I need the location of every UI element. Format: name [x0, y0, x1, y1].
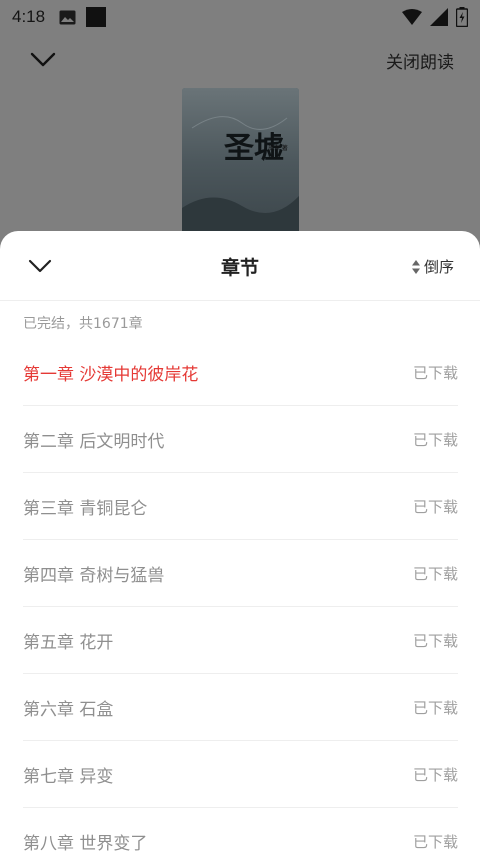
chapter-item[interactable]: 第四章 奇树与猛兽 已下载 [23, 540, 458, 607]
status-time: 4:18 [12, 7, 46, 26]
sort-label: 倒序 [423, 258, 454, 276]
app-notification-icon [86, 7, 107, 27]
reader-toolbar: 关闭朗读 [0, 34, 480, 86]
wifi-icon [402, 9, 422, 25]
chapter-item[interactable]: 第七章 异变 已下载 [23, 741, 458, 808]
chapter-item[interactable]: 第二章 后文明时代 已下载 [23, 406, 458, 473]
cover-author-text: 辰东·著 [268, 144, 288, 152]
battery-icon [456, 7, 468, 27]
sort-order-button[interactable]: 倒序 [411, 256, 454, 277]
chapter-title: 第一章 沙漠中的彼岸花 [23, 364, 199, 385]
sort-icon [411, 259, 420, 274]
book-cover-image: 圣墟 辰东·著 [182, 88, 299, 238]
status-bar: 4:18 [0, 0, 480, 34]
chapter-title: 第八章 世界变了 [23, 833, 148, 854]
download-status: 已下载 [412, 363, 458, 382]
gallery-notification-icon [59, 10, 76, 24]
chapter-title: 第五章 花开 [23, 632, 114, 653]
chapter-list-sheet: 章节 倒序 已完结，共1671章 第一章 沙漠中的彼岸花 已下载 第二章 后文明… [0, 231, 480, 854]
sheet-title: 章节 [220, 257, 259, 279]
chapter-item[interactable]: 第六章 石盒 已下载 [23, 674, 458, 741]
download-status: 已下载 [412, 765, 458, 784]
chapter-item[interactable]: 第三章 青铜昆仑 已下载 [23, 473, 458, 540]
download-status: 已下载 [412, 430, 458, 449]
chapter-item[interactable]: 第八章 世界变了 已下载 [23, 808, 458, 854]
download-status: 已下载 [412, 832, 458, 851]
collapse-player-chevron-down-icon[interactable] [28, 46, 58, 72]
download-status: 已下载 [412, 698, 458, 717]
sheet-header: 章节 倒序 [0, 231, 480, 301]
download-status: 已下载 [412, 564, 458, 583]
chapter-title: 第三章 青铜昆仑 [23, 498, 148, 519]
download-status: 已下载 [412, 497, 458, 516]
chapter-title: 第四章 奇树与猛兽 [23, 565, 165, 586]
download-status: 已下载 [412, 631, 458, 650]
signal-icon [430, 8, 448, 26]
chapter-item[interactable]: 第五章 花开 已下载 [23, 607, 458, 674]
chapter-item[interactable]: 第一章 沙漠中的彼岸花 已下载 [23, 339, 458, 406]
chapter-title: 第二章 后文明时代 [23, 431, 165, 452]
chapter-list: 第一章 沙漠中的彼岸花 已下载 第二章 后文明时代 已下载 第三章 青铜昆仑 已… [0, 339, 480, 854]
book-completion-info: 已完结，共1671章 [23, 316, 143, 332]
chapter-title: 第六章 石盒 [23, 699, 114, 720]
close-reading-button[interactable]: 关闭朗读 [386, 48, 454, 73]
chapter-title: 第七章 异变 [23, 766, 114, 787]
